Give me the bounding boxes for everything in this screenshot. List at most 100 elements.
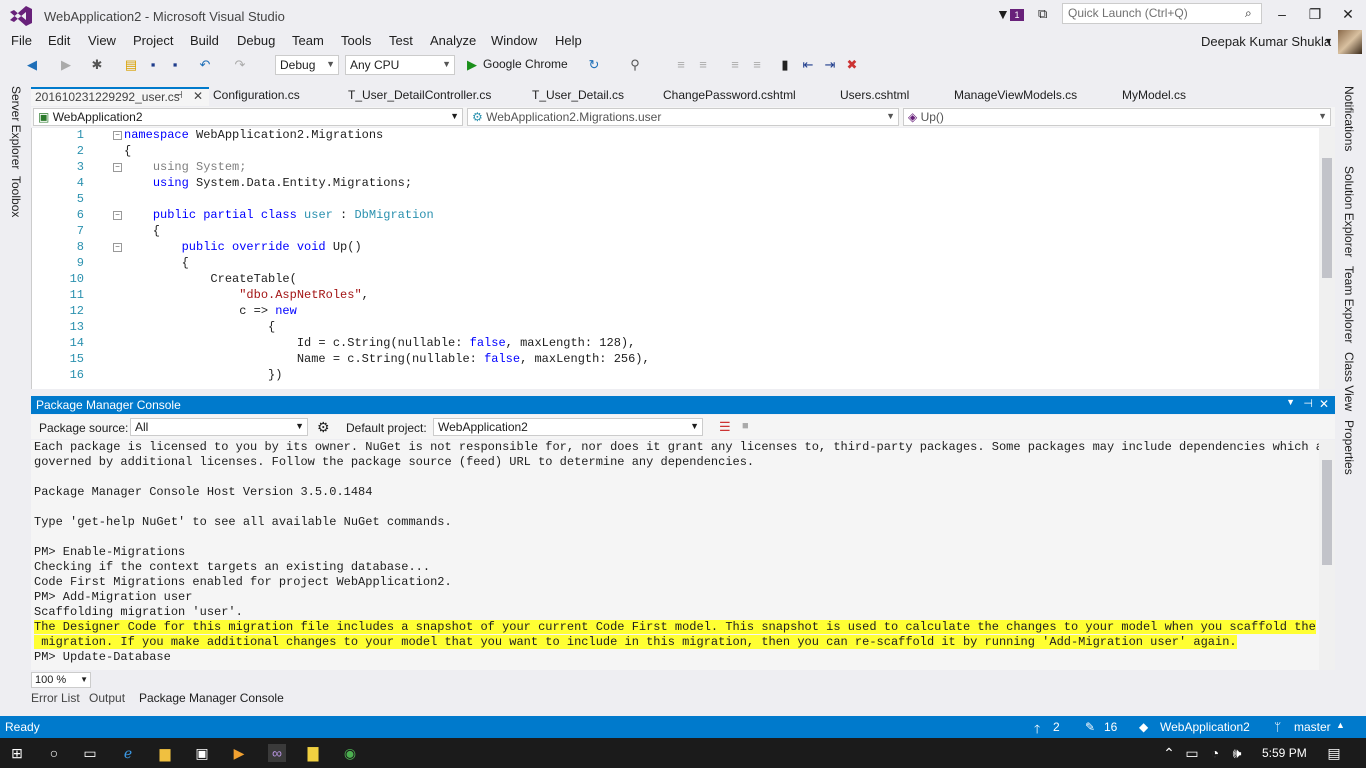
menu-analyze[interactable]: Analyze [430, 33, 476, 48]
user-name[interactable]: Deepak Kumar Shukla [1201, 34, 1331, 49]
branch-up-icon[interactable]: ▲ [1336, 720, 1345, 730]
back-icon[interactable]: ◀ [24, 57, 40, 73]
menu-file[interactable]: File [11, 33, 32, 48]
media-player-icon[interactable]: ▶ [230, 744, 248, 762]
tab-error-list[interactable]: Error List [31, 691, 80, 705]
pin-icon[interactable]: ⊣ [1303, 397, 1313, 410]
file-explorer-icon[interactable]: ▆ [156, 744, 174, 762]
notifications-tab[interactable]: Notifications [1342, 86, 1356, 151]
menu-debug[interactable]: Debug [237, 33, 275, 48]
clear-bookmarks-icon[interactable]: ✖ [844, 57, 860, 73]
tab-user-migration[interactable]: 201610231229292_user.cs ⊣ ✕ [31, 87, 209, 106]
class-view-tab[interactable]: Class View [1342, 352, 1356, 411]
console-prompt[interactable]: PM> Update-Database [34, 650, 171, 664]
clear-console-icon[interactable]: ☰ [719, 419, 731, 435]
menu-team[interactable]: Team [292, 33, 324, 48]
redo-icon[interactable]: ↷ [232, 57, 248, 73]
notification-badge[interactable]: 1 [1010, 9, 1024, 21]
menu-view[interactable]: View [88, 33, 116, 48]
type-dropdown[interactable]: ⚙ WebApplication2.Migrations.user ▼ [467, 108, 899, 126]
menu-window[interactable]: Window [491, 33, 537, 48]
minimize-button[interactable]: – [1272, 6, 1292, 22]
tab-configuration[interactable]: Configuration.cs [209, 87, 304, 106]
undo-icon[interactable]: ↶ [197, 57, 213, 73]
dropdown-icon[interactable]: ▼ [1286, 397, 1295, 407]
find-icon[interactable]: ⚲ [627, 57, 643, 73]
branch-name[interactable]: master [1294, 720, 1331, 734]
default-project-select[interactable]: WebApplication2 ▼ [433, 418, 703, 436]
chrome-icon[interactable]: ◉ [341, 744, 359, 762]
menu-project[interactable]: Project [133, 33, 173, 48]
network-icon[interactable]: ◔ [1206, 744, 1224, 762]
task-view-icon[interactable]: ▭ [81, 744, 99, 762]
refresh-icon[interactable]: ↻ [586, 57, 602, 73]
visual-studio-taskbar-icon[interactable]: ∞ [268, 744, 286, 762]
code-editor[interactable]: 1− namespace WebApplication2.Migrations 2… [31, 128, 1335, 389]
tray-chevron-icon[interactable]: ⌃ [1160, 744, 1178, 762]
pmc-output[interactable]: Each package is licensed to you by its o… [31, 440, 1335, 670]
maximize-button[interactable]: ❐ [1305, 6, 1325, 23]
new-project-icon[interactable]: ✱ [89, 57, 105, 73]
menu-test[interactable]: Test [389, 33, 413, 48]
quick-launch-input[interactable]: Quick Launch (Ctrl+Q) [1062, 3, 1262, 24]
browser-select[interactable]: Google Chrome [483, 57, 568, 71]
filter-icon[interactable]: ▼ [996, 6, 1010, 22]
tab-user-detail-controller[interactable]: T_User_DetailController.cs [344, 87, 495, 106]
prev-bookmark-icon[interactable]: ⇤ [800, 57, 816, 73]
edge-icon[interactable]: ℯ [119, 744, 137, 762]
next-bookmark-icon[interactable]: ⇥ [822, 57, 838, 73]
solution-explorer-tab[interactable]: Solution Explorer [1342, 166, 1356, 257]
configuration-select[interactable]: Debug ▼ [275, 55, 339, 75]
battery-icon[interactable]: ▭ [1183, 744, 1201, 762]
close-button[interactable]: ✕ [1338, 6, 1358, 23]
cortana-icon[interactable]: ○ [45, 744, 63, 762]
changes-count[interactable]: 16 [1104, 720, 1117, 734]
indent-icon[interactable]: ≡ [695, 57, 711, 73]
forward-icon[interactable]: ▶ [58, 57, 74, 73]
uncomment-icon[interactable]: ≡ [749, 57, 765, 73]
windows-start-icon[interactable]: ⊞ [8, 744, 26, 762]
store-icon[interactable]: ▣ [193, 744, 211, 762]
avatar[interactable] [1338, 30, 1362, 54]
save-icon[interactable]: ▪ [145, 57, 161, 73]
comment-icon[interactable]: ≡ [727, 57, 743, 73]
volume-icon[interactable]: 🕪 [1228, 744, 1246, 762]
stop-icon[interactable]: ■ [742, 420, 749, 432]
settings-gear-icon[interactable]: ⚙ [317, 419, 330, 436]
repo-name[interactable]: WebApplication2 [1160, 720, 1250, 734]
clock[interactable]: 5:59 PM [1262, 746, 1307, 760]
start-debugging-icon[interactable]: ▶ [464, 57, 480, 73]
sticky-notes-icon[interactable]: ▇ [304, 744, 322, 762]
unpushed-count[interactable]: 2 [1053, 720, 1060, 734]
tab-user-detail[interactable]: T_User_Detail.cs [528, 87, 628, 106]
menu-edit[interactable]: Edit [48, 33, 70, 48]
menu-tools[interactable]: Tools [341, 33, 371, 48]
tab-my-model[interactable]: MyModel.cs [1118, 87, 1190, 106]
tab-package-manager-console[interactable]: Package Manager Console [139, 691, 284, 705]
member-dropdown[interactable]: ◈ Up() ▼ [903, 108, 1331, 126]
open-file-icon[interactable]: ▤ [123, 57, 139, 73]
menu-help[interactable]: Help [555, 33, 582, 48]
editor-scrollbar[interactable] [1319, 128, 1335, 389]
package-source-select[interactable]: All ▼ [130, 418, 308, 436]
tab-manage-view-models[interactable]: ManageViewModels.cs [950, 87, 1081, 106]
tab-users-cshtml[interactable]: Users.cshtml [836, 87, 913, 106]
project-dropdown[interactable]: ▣ WebApplication2 ▼ [33, 108, 463, 126]
server-explorer-tab[interactable]: Server Explorer [9, 86, 23, 169]
feedback-icon[interactable]: ⧉ [1038, 6, 1047, 22]
platform-select[interactable]: Any CPU ▼ [345, 55, 455, 75]
properties-tab[interactable]: Properties [1342, 420, 1356, 475]
menu-build[interactable]: Build [190, 33, 219, 48]
chevron-down-icon[interactable]: ▼ [1324, 36, 1333, 46]
outdent-icon[interactable]: ≡ [673, 57, 689, 73]
save-all-icon[interactable]: ▪ [167, 57, 183, 73]
bookmark-icon[interactable]: ▮ [777, 57, 793, 73]
tab-output[interactable]: Output [89, 691, 125, 705]
close-panel-icon[interactable]: ✕ [1319, 397, 1329, 411]
action-center-icon[interactable]: ▤ [1325, 744, 1343, 762]
console-scrollbar[interactable] [1319, 440, 1335, 670]
toolbox-tab[interactable]: Toolbox [9, 176, 23, 217]
tab-change-password[interactable]: ChangePassword.cshtml [659, 87, 800, 106]
zoom-select[interactable]: 100 % ▼ [31, 672, 91, 688]
team-explorer-tab[interactable]: Team Explorer [1342, 266, 1356, 343]
